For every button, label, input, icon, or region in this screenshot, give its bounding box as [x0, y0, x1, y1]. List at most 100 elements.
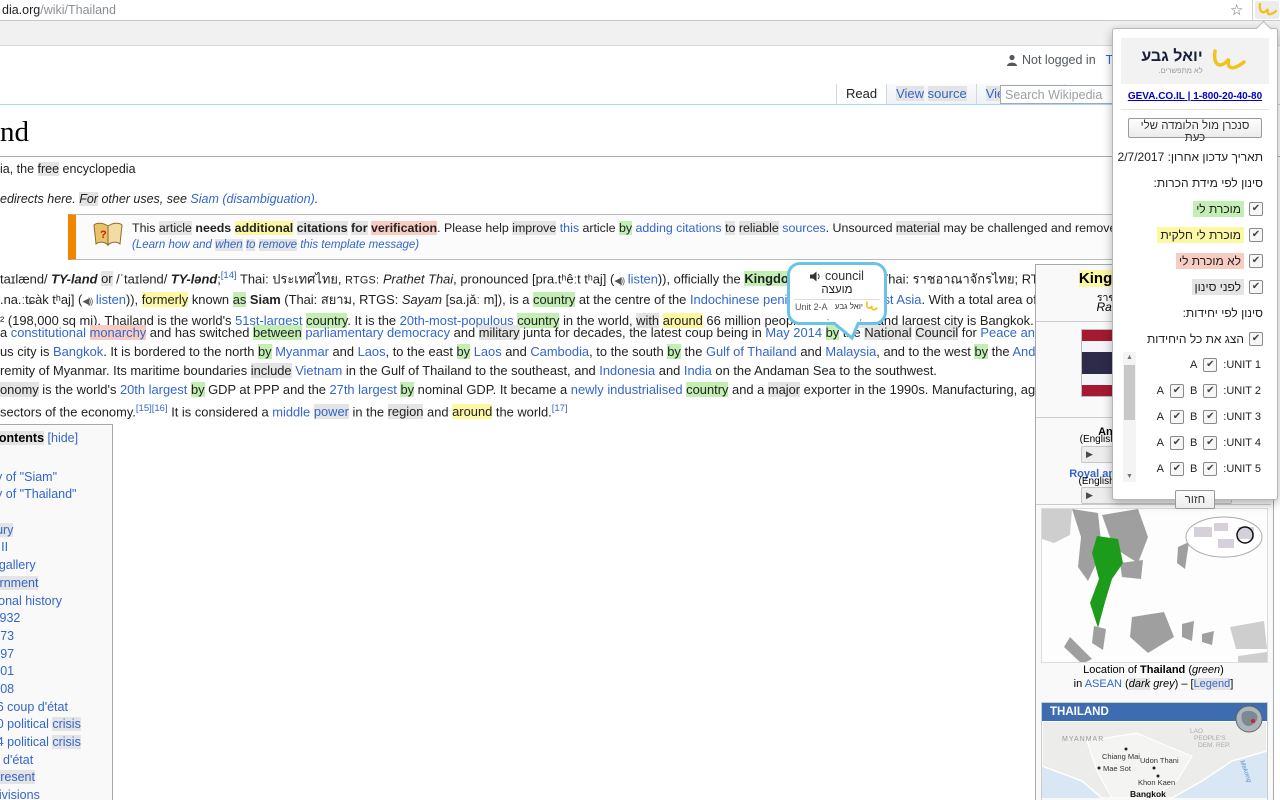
units-scrollbar[interactable]: ▲ ▼ — [1123, 352, 1136, 482]
show-all-units-checkbox[interactable]: ✔ — [1249, 332, 1263, 346]
contents-item[interactable]: .1 2006 coup d'état — [0, 699, 112, 717]
unit-part-letter: A — [1157, 463, 1164, 475]
contents-item[interactable]: 2 to 1973 — [0, 628, 112, 646]
article-text-line: sectors of the economy.[15][16] It is co… — [0, 399, 1156, 421]
filter-checkbox[interactable]: ✔ — [1249, 202, 1263, 216]
filter-checkbox[interactable]: ✔ — [1249, 228, 1263, 242]
brand-swoosh-icon — [864, 301, 879, 312]
unit-label: UNIT 2: — [1223, 385, 1261, 397]
unit-checkbox[interactable]: ✔ — [1203, 436, 1217, 450]
contents-item[interactable]: 8–2010 political crisis — [0, 716, 112, 734]
unit-checkbox[interactable]: ✔ — [1170, 462, 1184, 476]
svg-text:?: ? — [100, 229, 107, 241]
familiarity-filter-row: ✔ לא מוכרת לי — [1113, 253, 1277, 268]
sync-button[interactable]: סנכרן מול הלומדה שלי כעת — [1128, 118, 1262, 138]
tab-read[interactable]: Read — [836, 84, 886, 105]
unit-label: UNIT 4: — [1223, 437, 1261, 449]
contents-hide-toggle[interactable]: [hide] — [48, 431, 79, 445]
contents-list: ymology of "Siam"mology of "Thailand" h c… — [0, 451, 112, 800]
unit-checkbox[interactable]: ✔ — [1203, 410, 1217, 424]
contents-item[interactable]: mology of "Thailand" — [0, 486, 112, 504]
contents-item[interactable]: June 1932 — [0, 610, 112, 628]
bookmarks-bar[interactable] — [0, 21, 1280, 46]
scrollbar-thumb[interactable] — [1124, 365, 1135, 420]
scroll-up-icon[interactable]: ▲ — [1123, 354, 1136, 361]
contents-title: Contents — [0, 431, 44, 445]
contents-item[interactable]: ative divisions — [0, 787, 112, 800]
location-map[interactable] — [1041, 508, 1268, 663]
contents-header: Contents [hide] — [0, 431, 112, 445]
unit-checkbox[interactable]: ✔ — [1170, 384, 1184, 398]
filter-checkbox[interactable]: ✔ — [1249, 280, 1263, 294]
filter-units-label: סינון לפי יחידות: — [1113, 306, 1277, 320]
unit-label: UNIT 5: — [1223, 463, 1261, 475]
site-subtitle: ia, the free encyclopedia — [0, 162, 136, 176]
unit-row: UNIT 4:✔B✔A — [1139, 430, 1263, 456]
url-text[interactable]: dia.org/wiki/Thailand — [2, 3, 116, 17]
tooltip-brand: יואל גבע — [835, 301, 879, 312]
contents-item[interactable]: 3–2014 political crisis — [0, 734, 112, 752]
tab-view-source[interactable]: View source — [886, 84, 976, 105]
contents-item[interactable]: 4 coup d'état — [0, 752, 112, 770]
contents-item[interactable] — [0, 504, 112, 522]
contents-item[interactable]: torical gallery — [0, 557, 112, 575]
hatnote: edirects here. For other uses, see Siam … — [0, 192, 318, 206]
not-logged-in-label: Not logged in — [1022, 53, 1096, 67]
play-icon[interactable]: ▶ — [1086, 490, 1093, 500]
unit-checkbox[interactable]: ✔ — [1170, 436, 1184, 450]
unit-part-letter: A — [1157, 385, 1164, 397]
contents-item[interactable]: mology of "Siam" — [0, 469, 112, 487]
citation-needed-box: ? This article needs additional citation… — [68, 214, 1121, 260]
unit-checkbox[interactable]: ✔ — [1203, 384, 1217, 398]
extension-icon[interactable] — [1255, 1, 1279, 19]
play-icon[interactable]: ▶ — [1086, 449, 1093, 459]
unit-part-letter: B — [1190, 411, 1197, 423]
contents-item[interactable]: ld War II — [0, 539, 112, 557]
filter-label: מוכרת לי חלקית — [1157, 227, 1244, 243]
ambox-line1: This article needs additional citations … — [132, 221, 1196, 235]
brand-logo: יואל גבע לא מתפשרים. — [1121, 38, 1269, 84]
translation-tooltip: council מועצה Unit 2-A יואל גבע — [787, 262, 887, 325]
thailand-cia-map[interactable]: THAILAND MYANMAR LAO PEOPLE'S DEM. REP. … — [1041, 702, 1268, 800]
svg-text:PEOPLE'S: PEOPLE'S — [1194, 735, 1226, 742]
tabbar-rule — [0, 104, 1280, 105]
contents-item[interactable]: 14 to present — [0, 769, 112, 787]
contents-item[interactable]: d government — [0, 575, 112, 593]
phone-link[interactable]: 1-800-20-40-80 | GEVA.CO.IL — [1113, 91, 1277, 102]
tooltip-word-row: council — [790, 269, 884, 283]
svg-text:MYANMAR: MYANMAR — [1062, 736, 1104, 743]
contents-item[interactable]: 1 to 2008 — [0, 681, 112, 699]
back-button[interactable]: חזור — [1175, 490, 1215, 509]
screen: dia.org/wiki/Thailand ☆ Not logged in Ta… — [0, 0, 1280, 800]
cia-map-title: THAILAND — [1050, 706, 1109, 718]
familiarity-filters: ✔מוכרת לי✔מוכרת לי חלקית✔לא מוכרת לי✔לפנ… — [1113, 201, 1277, 294]
unit-checkbox[interactable]: ✔ — [1203, 358, 1217, 372]
unit-checkbox[interactable]: ✔ — [1203, 462, 1217, 476]
page-title: nd — [0, 116, 29, 149]
svg-text:Bangkok: Bangkok — [1130, 789, 1166, 798]
bookmark-star-icon[interactable]: ☆ — [1230, 1, 1243, 19]
browser-url-bar[interactable]: dia.org/wiki/Thailand ☆ — [0, 0, 1280, 21]
unit-row: UNIT 3:✔B✔A — [1139, 404, 1263, 430]
article-text-line: remity of Myanmar. Its maritime boundari… — [0, 361, 1165, 380]
contents-item[interactable]: 3 to 1997 — [0, 646, 112, 664]
cia-map-body: MYANMAR LAO PEOPLE'S DEM. REP. Chiang Ma… — [1042, 721, 1267, 798]
paragraph-1: taɪlænd/ TY-land or /ˈtaɪlənd/ TY-lənd;[… — [0, 266, 1187, 330]
speaker-icon[interactable] — [810, 271, 821, 282]
unit-checkbox[interactable]: ✔ — [1170, 410, 1184, 424]
paragraph-3: onomy is the world's 20th largest by GDP… — [0, 380, 1156, 421]
last-update-label: תאריך עדכון אחרון: 2/7/2017 — [1113, 150, 1277, 164]
contents-item[interactable]: h century — [0, 522, 112, 540]
tooltip-brand-name: יואל גבע — [835, 302, 863, 311]
svg-text:Khon Kaen: Khon Kaen — [1138, 778, 1175, 787]
scroll-down-icon[interactable]: ▼ — [1123, 473, 1136, 480]
filter-checkbox[interactable]: ✔ — [1249, 254, 1263, 268]
user-icon — [1006, 54, 1018, 66]
contents-item[interactable]: nstitutional history — [0, 593, 112, 611]
filter-label: לא מוכרת לי — [1176, 253, 1244, 269]
extension-popup: יואל גבע לא מתפשרים. 1-800-20-40-80 | GE… — [1112, 28, 1278, 500]
unit-row: UNIT 5:✔B✔A — [1139, 456, 1263, 482]
contents-item[interactable]: 7 to 2001 — [0, 663, 112, 681]
show-all-units-label: הצג את כל היחידות — [1147, 332, 1244, 346]
contents-item[interactable]: y — [0, 451, 112, 469]
